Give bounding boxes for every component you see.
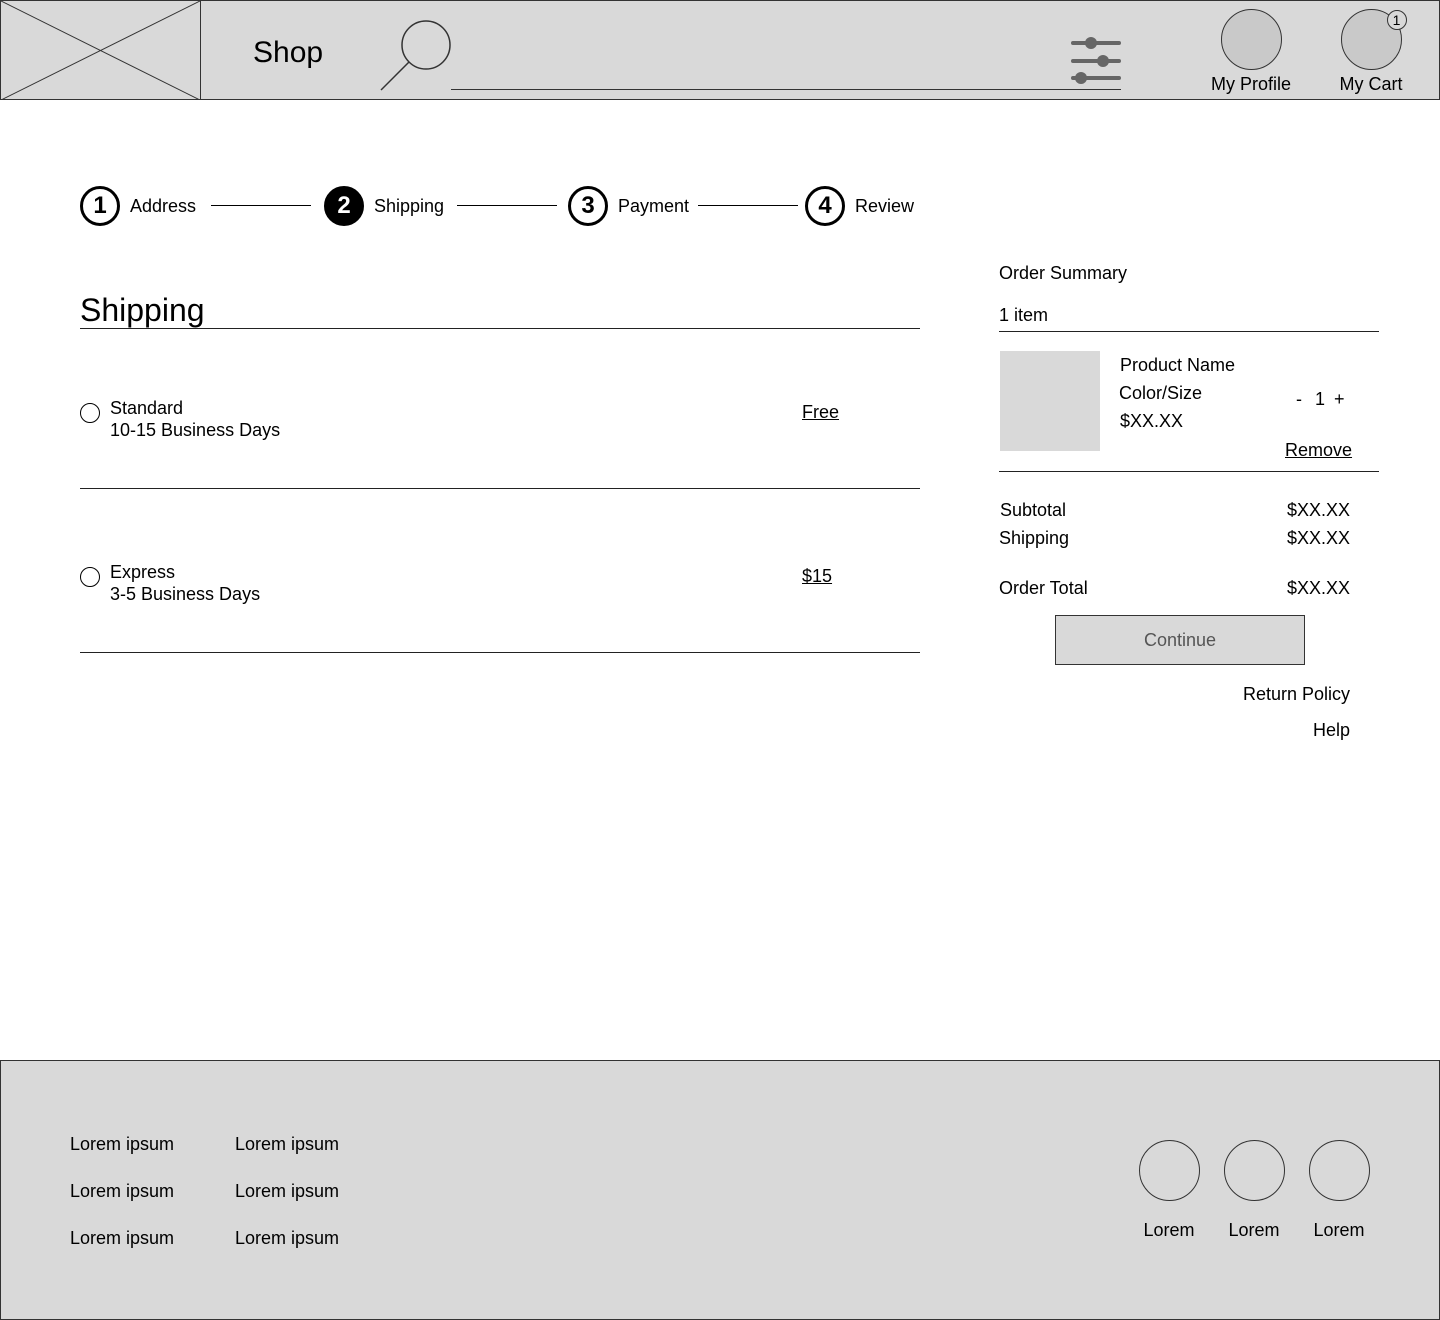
- step-payment[interactable]: 3 Payment: [568, 186, 689, 226]
- product-name: Product Name: [1120, 355, 1236, 375]
- step-address[interactable]: 1 Address: [80, 186, 196, 226]
- product-variant: Color/Size: [1119, 383, 1203, 403]
- social-label: Lorem: [1228, 1220, 1280, 1240]
- cart-count-badge: 1: [1386, 10, 1407, 30]
- social-label: Lorem: [1313, 1220, 1365, 1240]
- footer-link[interactable]: Lorem ipsum: [235, 1227, 339, 1249]
- step-number: 4: [805, 186, 845, 226]
- option-price: Free: [802, 402, 840, 422]
- shipping-cost-label: Shipping: [999, 528, 1070, 548]
- step-label: Payment: [618, 195, 690, 216]
- footer-link[interactable]: Lorem ipsum: [235, 1133, 339, 1155]
- divider: [80, 652, 920, 653]
- header: Shop My Profile 1 My Cart: [0, 0, 1440, 100]
- option-delivery-time: 10-15 Business Days: [110, 420, 281, 440]
- step-label: Address: [130, 195, 197, 216]
- social-icon: [1138, 1140, 1200, 1201]
- help-link[interactable]: Help: [1313, 719, 1350, 741]
- my-profile-label: My Profile: [1210, 74, 1291, 94]
- quantity-value: 1: [1315, 389, 1326, 409]
- step-shipping[interactable]: 2 Shipping: [324, 186, 444, 226]
- shipping-cost-value: $XX.XX: [1287, 528, 1351, 548]
- social-icon: [1308, 1140, 1370, 1201]
- filter-sliders-icon[interactable]: [1069, 35, 1123, 87]
- image-placeholder-icon: [1, 1, 200, 100]
- search-icon[interactable]: [379, 19, 453, 93]
- step-number: 2: [324, 186, 364, 226]
- section-title: Shipping: [80, 292, 205, 328]
- my-cart-label: My Cart: [1339, 74, 1403, 94]
- social-label: Lorem: [1143, 1220, 1195, 1240]
- step-connector: [457, 205, 557, 206]
- option-delivery-time: 3-5 Business Days: [110, 584, 261, 604]
- product-image: [1000, 351, 1100, 451]
- step-connector: [211, 205, 311, 206]
- subtotal-label: Subtotal: [1000, 500, 1067, 520]
- order-total-value: $XX.XX: [1287, 578, 1351, 598]
- footer-link[interactable]: Lorem ipsum: [70, 1133, 174, 1155]
- social-icon: [1223, 1140, 1285, 1201]
- order-total-label: Order Total: [999, 578, 1088, 598]
- footer-link[interactable]: Lorem ipsum: [235, 1180, 339, 1202]
- social-link-2[interactable]: Lorem: [1214, 1140, 1294, 1241]
- divider: [999, 331, 1379, 332]
- social-link-1[interactable]: Lorem: [1129, 1140, 1209, 1241]
- search-input[interactable]: [451, 89, 1121, 90]
- avatar: [1220, 9, 1282, 70]
- continue-button[interactable]: Continue: [1055, 615, 1305, 665]
- product-price: $XX.XX: [1120, 411, 1184, 431]
- option-name: Express: [110, 562, 176, 582]
- step-review[interactable]: 4 Review: [805, 186, 914, 226]
- shipping-option-standard[interactable]: Standard 10-15 Business Days Free: [80, 397, 920, 457]
- step-number: 3: [568, 186, 608, 226]
- logo-placeholder[interactable]: [1, 1, 201, 100]
- footer: Lorem ipsum Lorem ipsum Lorem ipsum Lore…: [0, 1060, 1440, 1320]
- divider: [80, 488, 920, 489]
- quantity-increase-button[interactable]: +: [1334, 388, 1345, 410]
- step-number: 1: [80, 186, 120, 226]
- subtotal-value: $XX.XX: [1287, 500, 1351, 520]
- my-profile-button[interactable]: My Profile: [1201, 9, 1301, 95]
- remove-item-link[interactable]: Remove: [1285, 439, 1352, 461]
- quantity-decrease-button[interactable]: -: [1296, 388, 1302, 410]
- my-cart-button[interactable]: 1 My Cart: [1321, 9, 1421, 95]
- step-label: Shipping: [374, 195, 445, 216]
- cart-icon: 1: [1340, 9, 1407, 70]
- shipping-option-express[interactable]: Express 3-5 Business Days $15: [80, 561, 920, 621]
- step-connector: [698, 205, 798, 206]
- divider: [80, 328, 920, 329]
- divider: [999, 471, 1379, 472]
- page-title: Shop: [253, 36, 324, 69]
- radio-button[interactable]: [80, 403, 100, 423]
- order-summary-title: Order Summary: [999, 263, 1128, 283]
- radio-button[interactable]: [80, 567, 100, 587]
- step-label: Review: [855, 195, 915, 216]
- option-name: Standard: [110, 398, 184, 418]
- social-link-3[interactable]: Lorem: [1299, 1140, 1379, 1241]
- return-policy-link[interactable]: Return Policy: [1243, 683, 1350, 705]
- option-price: $15: [802, 566, 833, 586]
- footer-link[interactable]: Lorem ipsum: [70, 1227, 174, 1249]
- footer-link[interactable]: Lorem ipsum: [70, 1180, 174, 1202]
- item-count: 1 item: [999, 305, 1049, 325]
